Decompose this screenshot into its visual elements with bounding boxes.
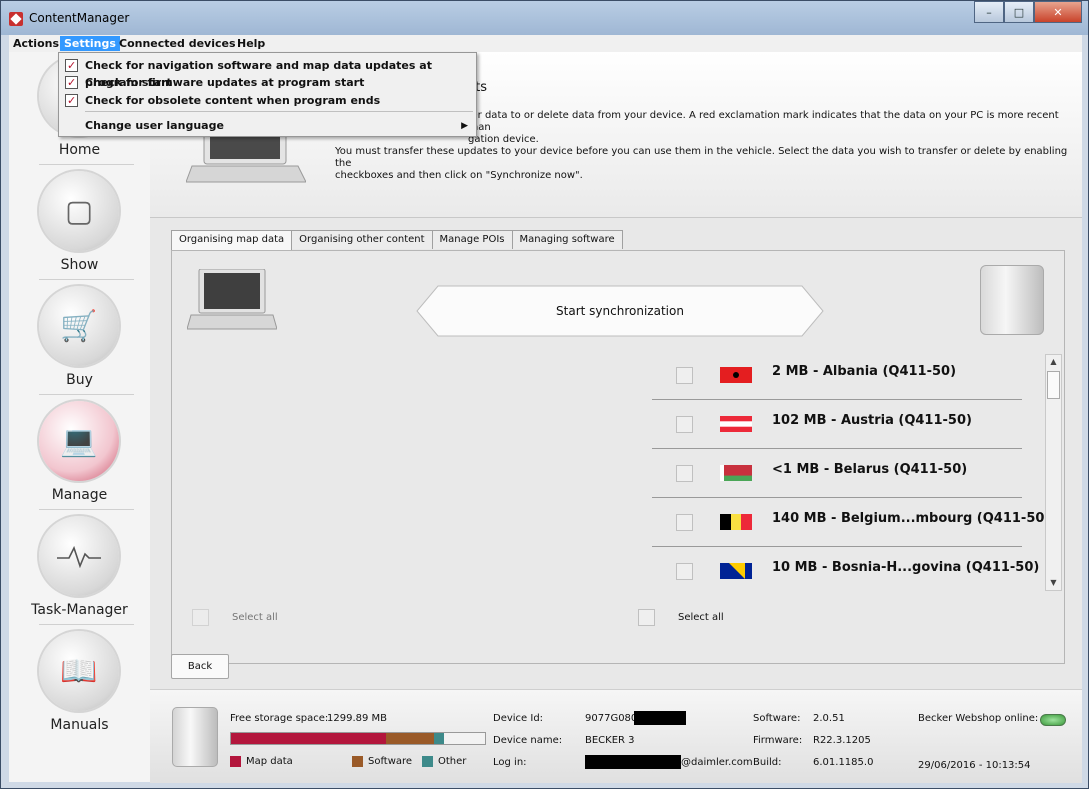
laptop-icon: 💻 — [39, 401, 119, 481]
tab-organising-other-content[interactable]: Organising other content — [291, 230, 433, 249]
title-bar[interactable]: ContentManager – □ ✕ — [1, 1, 1088, 35]
software-version: 2.0.51 — [813, 713, 845, 724]
scroll-down-icon[interactable]: ▼ — [1046, 576, 1061, 590]
belarus-flag-icon — [720, 465, 752, 481]
select-all-checkbox[interactable] — [638, 609, 655, 626]
back-button[interactable]: Back — [171, 654, 229, 679]
content-area: Organising map data Organising other con… — [150, 218, 1082, 735]
redaction-box — [634, 711, 686, 725]
device-name-value: BECKER 3 — [585, 735, 635, 746]
storage-bar-other — [434, 733, 445, 744]
item-checkbox[interactable] — [676, 514, 693, 531]
list-item[interactable]: 10 MB - Bosnia-H...govina (Q411-50) — [652, 547, 1039, 595]
free-storage-value: 1299.89 MB — [327, 713, 388, 724]
checkbox-checked-icon[interactable] — [65, 92, 78, 109]
pulse-icon — [39, 516, 119, 596]
status-footer: Free storage space: 1299.89 MB Map data … — [150, 689, 1082, 783]
select-all-checkbox[interactable] — [192, 609, 209, 626]
nav-manuals[interactable]: 📖 Manuals — [9, 627, 150, 742]
device-id-value: 9077G080 — [585, 713, 638, 724]
option-obsolete-content[interactable]: Check for obsolete content when program … — [59, 92, 476, 109]
list-item[interactable]: <1 MB - Belarus (Q411-50) — [652, 449, 1022, 498]
minimize-icon[interactable]: – — [974, 1, 1004, 23]
item-checkbox[interactable] — [676, 416, 693, 433]
scroll-up-icon[interactable]: ▲ — [1046, 355, 1061, 369]
other-swatch — [422, 756, 433, 767]
submenu-arrow-icon: ▶ — [461, 121, 468, 131]
menu-settings[interactable]: Settings — [60, 36, 120, 51]
item-checkbox[interactable] — [676, 563, 693, 580]
bosnia-flag-icon — [720, 563, 752, 579]
shopping-cart-icon: 🛒 — [39, 286, 119, 366]
storage-bar-map — [231, 733, 386, 744]
map-data-panel: Start synchronization 2 MB - Albania (Q4… — [171, 250, 1065, 664]
datetime: 29/06/2016 - 10:13:54 — [918, 760, 1031, 771]
window-controls: – □ ✕ — [974, 1, 1082, 23]
laptop-icon — [187, 269, 277, 330]
map-list: 2 MB - Albania (Q411-50) 102 MB - Austri… — [652, 351, 1050, 606]
select-all-left[interactable]: Select all — [192, 609, 292, 629]
nav-task-manager[interactable]: Task-Manager — [9, 512, 150, 627]
build-version: 6.01.1185.0 — [813, 757, 874, 768]
menu-connected-devices[interactable]: Connected devices — [115, 36, 240, 51]
storage-bar — [230, 732, 486, 745]
firmware-version: R22.3.1205 — [813, 735, 871, 746]
list-item[interactable]: 102 MB - Austria (Q411-50) — [652, 400, 1022, 449]
item-checkbox[interactable] — [676, 465, 693, 482]
menu-actions[interactable]: Actions — [9, 36, 63, 51]
menu-divider — [85, 111, 473, 112]
nav-show[interactable]: ▢ Show — [9, 167, 150, 282]
menu-help[interactable]: Help — [233, 36, 269, 51]
option-nav-updates[interactable]: Check for navigation software and map da… — [59, 57, 476, 89]
navigation-device-icon — [172, 707, 218, 767]
checkbox-checked-icon[interactable] — [65, 57, 78, 74]
close-icon[interactable]: ✕ — [1034, 1, 1082, 23]
storage-bar-software — [385, 733, 435, 744]
maximize-icon[interactable]: □ — [1004, 1, 1034, 23]
option-change-language[interactable]: Change user language ▶ — [59, 117, 476, 134]
tab-managing-software[interactable]: Managing software — [511, 230, 623, 249]
checkbox-checked-icon[interactable] — [65, 74, 78, 91]
client-area: ⌂ Home ▢ Show 🛒 Buy 💻 Manage — [9, 52, 1082, 783]
nav-manage[interactable]: 💻 Manage — [9, 397, 150, 512]
start-sync-button[interactable]: Start synchronization — [416, 285, 824, 337]
tab-organising-map-data[interactable]: Organising map data — [171, 230, 293, 251]
item-checkbox[interactable] — [676, 367, 693, 384]
app-icon — [9, 12, 23, 26]
scroll-thumb[interactable] — [1047, 371, 1060, 399]
map-data-swatch — [230, 756, 241, 767]
list-scrollbar[interactable]: ▲ ▼ — [1045, 354, 1062, 591]
app-window: ContentManager – □ ✕ Actions Settings Co… — [0, 0, 1089, 789]
sidebar: ⌂ Home ▢ Show 🛒 Buy 💻 Manage — [9, 52, 150, 782]
belgium-flag-icon — [720, 514, 752, 530]
list-item[interactable]: 140 MB - Belgium...mbourg (Q411-50) — [652, 498, 1050, 547]
software-swatch — [352, 756, 363, 767]
device-icon: ▢ — [39, 171, 119, 251]
select-all-right[interactable]: Select all — [638, 609, 738, 629]
list-item[interactable]: 2 MB - Albania (Q411-50) — [652, 351, 1022, 400]
window-title: ContentManager — [29, 11, 130, 25]
option-firmware-updates[interactable]: Check for firmware updates at program st… — [59, 74, 476, 91]
albania-flag-icon — [720, 367, 752, 383]
tab-manage-pois[interactable]: Manage POIs — [431, 230, 513, 249]
settings-dropdown: Check for navigation software and map da… — [58, 52, 477, 137]
austria-flag-icon — [720, 416, 752, 432]
book-icon: 📖 — [39, 631, 119, 711]
redaction-box — [585, 755, 681, 769]
tab-bar: Organising map data Organising other con… — [171, 230, 623, 251]
login-value: @daimler.com — [681, 757, 753, 768]
online-status-icon — [1040, 714, 1066, 726]
menu-bar: Actions Settings Connected devices Help — [9, 35, 1082, 53]
navigation-device-icon — [980, 265, 1044, 335]
nav-buy[interactable]: 🛒 Buy — [9, 282, 150, 397]
